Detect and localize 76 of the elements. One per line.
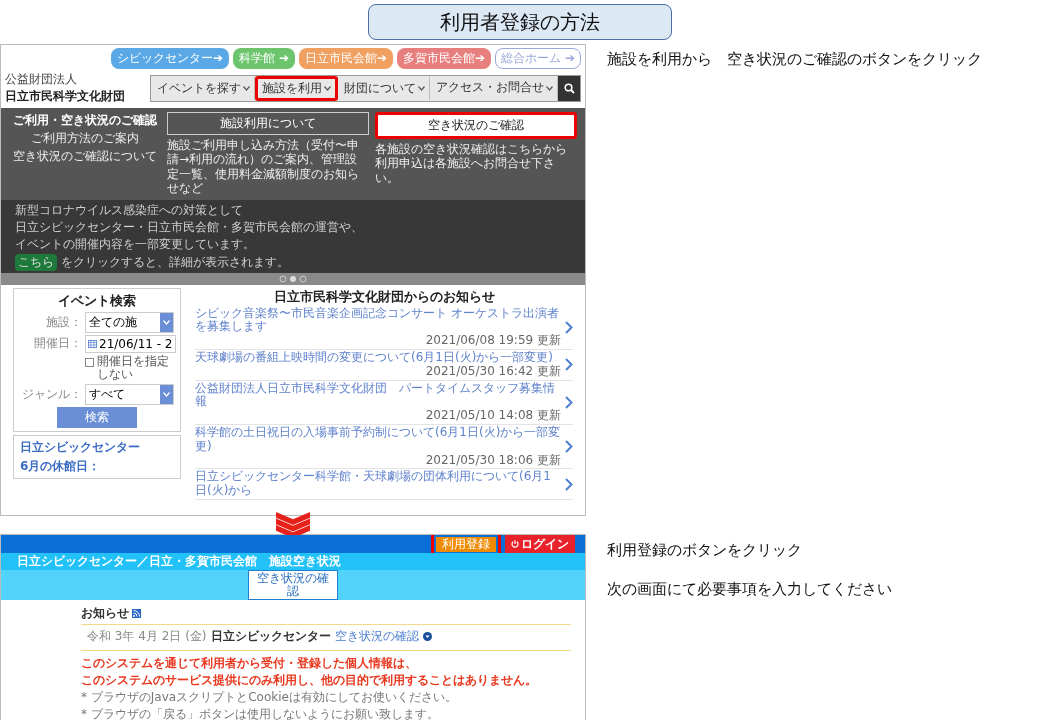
site-link[interactable]: シビックセンター➔	[111, 48, 230, 69]
banner-text: 新型コロナウイルス感染症への対策として	[15, 201, 244, 219]
warning-text: このシステムを通じて利用者から受付・登録した個人情報は、	[81, 655, 418, 672]
note-text: * ブラウザのJavaスクリプトとCookieは有効にしてお使いください。	[81, 689, 458, 706]
field-label: ジャンル：	[21, 386, 82, 404]
chevron-right-icon	[565, 395, 573, 409]
chevron-down-icon	[163, 392, 170, 398]
nav-menu-item[interactable]: 施設を利用	[255, 75, 338, 101]
note-text: * ブラウザの「戻る」ボタンは使用しないようにお願い致します。	[81, 706, 440, 720]
banner-link[interactable]: こちら	[15, 253, 57, 271]
logo-name: 日立市民科学文化財団	[5, 88, 125, 105]
field-label: 開催日：	[33, 335, 82, 353]
slide-title: 利用者登録の方法	[368, 4, 672, 40]
search-button[interactable]: 検索	[57, 407, 137, 429]
circle-down-icon	[422, 632, 432, 641]
chevron-right-icon	[565, 320, 573, 334]
date-field[interactable]: 21/06/11 - 2	[85, 334, 176, 353]
card-title: イベント検索	[57, 291, 137, 310]
news-date: 2021/05/10 14:08 更新	[424, 409, 561, 423]
news-date: 2021/06/08 19:59 更新	[424, 334, 561, 348]
field-label: 施設：	[45, 313, 82, 331]
dropdown-text: ご利用方法のご案内	[31, 130, 139, 147]
nav-menu-item[interactable]: 財団について	[338, 75, 430, 101]
notice-date: 令和 3年 4月 2日 (金)	[87, 628, 207, 645]
chevron-down-icon	[324, 85, 331, 91]
carousel-dots-drawing	[278, 274, 308, 283]
warning-text: このシステムのサービス提供にのみ利用し、他の目的で利用することはありません。	[81, 672, 538, 689]
login-button[interactable]: ログイン	[505, 535, 575, 554]
site-link[interactable]: 総合ホーム ➔	[495, 48, 581, 69]
dropdown-description: 施設ご利用申し込み方法（受付〜申請→利用の流れ）のご案内、管理設定一覧、使用料金減額制度のお知らせなど	[167, 138, 360, 196]
dropdown-heading: ご利用・空き状況のご確認	[13, 112, 157, 129]
chevron-down-icon	[163, 319, 170, 325]
news-link[interactable]: 公益財団法人日立市民科学文化財団 パートタイムスタッフ募集情報	[195, 381, 561, 410]
rss-icon	[132, 609, 141, 618]
chevron-right-icon	[565, 477, 573, 491]
news-link[interactable]: 日立シビックセンター科学館・天球劇場の団体利用について(6月1日(火)から	[195, 470, 561, 498]
dropdown-text: 空き状況のご確認について	[13, 148, 157, 165]
chevron-down-icon	[546, 85, 553, 91]
chevron-down-icon	[243, 85, 250, 91]
select-field[interactable]: すべて	[85, 384, 174, 406]
news-link[interactable]: 天球劇場の番組上映時間の変更について(6月1日(火)から一部変更)	[195, 350, 561, 365]
availability-button[interactable]: 空き状況の確認	[248, 570, 338, 600]
banner-text: 日立シビックセンター・日立市民会館・多賀市民会館の運営や、	[15, 218, 364, 236]
search-icon	[563, 82, 575, 94]
card-title: 日立シビックセンター	[20, 439, 141, 457]
chevron-right-icon	[565, 358, 573, 372]
banner-text: イベントの開催内容を一部変更しています。	[15, 235, 256, 253]
news-link[interactable]: 科学館の土日祝日の入場事前予約制について(6月1日(火)から一部変更)	[195, 425, 561, 454]
dropdown-button[interactable]: 施設利用について	[167, 112, 369, 135]
select-field[interactable]: 全ての施	[85, 311, 174, 333]
down-chevrons-drawing	[276, 512, 310, 538]
instruction-text: 次の画面にて必要事項を入力してください	[607, 580, 893, 599]
calendar-icon	[88, 339, 97, 349]
checkbox-label: 開催日を指定しない	[97, 354, 170, 383]
instruction-text: 施設を利用から 空き状況のご確認のボタンをクリック	[607, 50, 983, 69]
logo-caption: 公益財団法人	[5, 71, 78, 88]
search-button[interactable]	[558, 75, 580, 101]
site-link[interactable]: 多賀市民会館➔	[397, 48, 492, 69]
chevron-down-icon	[418, 85, 425, 91]
notice-link[interactable]: 空き状況の確認	[334, 628, 419, 645]
dropdown-button[interactable]: 空き状況のご確認	[375, 112, 577, 139]
news-date: 2021/05/30 16:42 更新	[424, 364, 561, 379]
notice-heading: お知らせ	[81, 605, 129, 622]
checkbox[interactable]	[85, 357, 94, 367]
notice-facility: 日立シビックセンター	[210, 628, 331, 645]
news-date: 2021/05/30 18:06 更新	[424, 453, 561, 468]
power-icon	[511, 540, 519, 548]
page-title: 日立シビックセンター／日立・多賀市民会館 施設空き状況	[17, 553, 341, 570]
instruction-text: 利用登録のボタンをクリック	[607, 541, 803, 560]
card-subtitle: 6月の休館日：	[20, 458, 102, 476]
dropdown-description: 各施設の空き状況確認はこちらから利用申込は各施設へお問合せ下さい。	[375, 142, 568, 186]
chevron-right-icon	[565, 440, 573, 454]
news-link[interactable]: シビック音楽祭〜市民音楽企画記念コンサート オーケストラ出演者を募集します	[195, 306, 561, 335]
news-heading: 日立市民科学文化財団からのお知らせ	[272, 287, 496, 306]
nav-menu-item[interactable]: イベントを探す	[151, 75, 255, 101]
banner-text: をクリックすると、詳細が表示されます。	[61, 253, 289, 271]
